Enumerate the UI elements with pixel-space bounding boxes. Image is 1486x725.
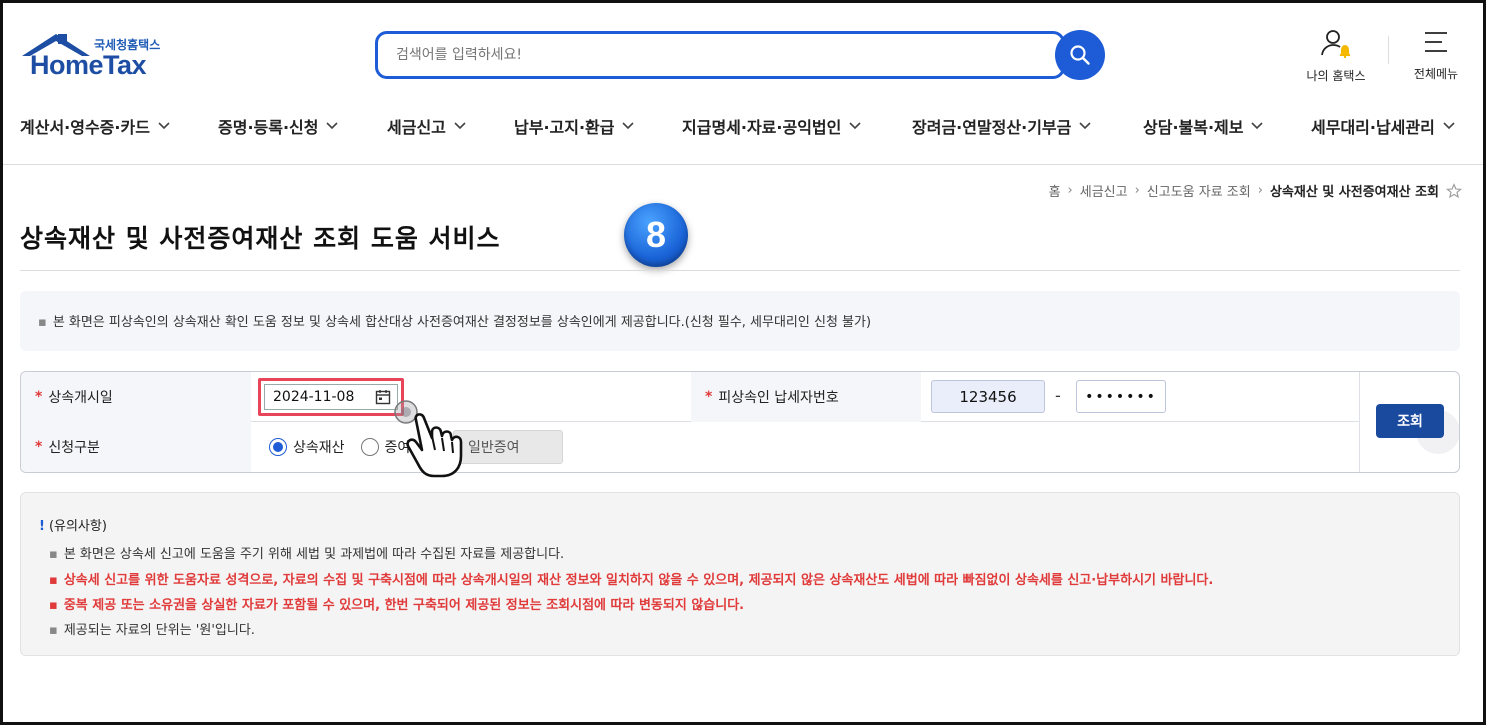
search-button[interactable] [1055, 30, 1105, 80]
step-number-badge: 8 [624, 203, 688, 267]
my-hometax-label: 나의 홈택스 [1306, 69, 1366, 83]
breadcrumb-filing-help[interactable]: 신고도움 자료 조회 [1147, 181, 1251, 200]
required-mark: * [705, 389, 713, 405]
breadcrumb-home[interactable]: 홈 [1049, 181, 1061, 200]
breadcrumb: 홈 › 세금신고 › 신고도움 자료 조회 › 상속재산 및 사전증여재산 조회 [1049, 181, 1462, 200]
request-type-label: * 신청구분 [21, 422, 251, 472]
radio-gift[interactable] [360, 438, 379, 456]
info-text: 본 화면은 피상속인의 상속재산 확인 도움 정보 및 상속세 합산대상 사전증… [52, 315, 872, 330]
notice-line-text: 상속세 신고를 위한 도움자료 성격으로, 자료의 수집 및 구축시점에 따라 … [63, 573, 1214, 588]
notice-line-warning: ▪ 중복 제공 또는 소유권을 상실한 자료가 포함될 수 있으며, 한번 구축되… [49, 594, 744, 613]
chevron-down-icon [1251, 122, 1264, 130]
start-date-value: 2024-11-08 [273, 389, 355, 405]
start-date-label: * 상속개시일 [21, 372, 251, 422]
notice-box: ! (유의사항) ▪ 본 화면은 상속세 신고에 도움을 주기 위해 세법 및 과제… [20, 492, 1460, 656]
gnb-label: 상담·불복·제보 [1143, 118, 1244, 137]
page-title: 상속재산 및 사전증여재산 조회 도움 서비스 [20, 224, 501, 253]
gnb-label: 세금신고 [387, 118, 446, 137]
ssn-back-input[interactable]: ••••••• [1076, 380, 1166, 413]
taxpayer-number-label: * 피상속인 납세자번호 [691, 372, 921, 422]
gift-type-select[interactable]: 일반증여 [453, 430, 563, 464]
breadcrumb-tax-filing[interactable]: 세금신고 [1080, 181, 1128, 200]
my-hometax-button[interactable]: 나의 홈택스 [1300, 28, 1372, 84]
inquiry-button[interactable]: 조회 [1376, 404, 1444, 438]
chevron-down-icon [158, 122, 170, 130]
gnb-item-receipts[interactable]: 계산서·영수증·카드 [20, 114, 170, 138]
hometax-logo[interactable]: 국세청홈택스 HomeTax [20, 32, 180, 84]
gnb-item-certificates[interactable]: 증명·등록·신청 [218, 114, 339, 138]
breadcrumb-current: 상속재산 및 사전증여재산 조회 [1269, 185, 1439, 200]
gnb-label: 세무대리·납세관리 [1311, 118, 1435, 137]
required-mark: * [35, 389, 43, 405]
star-icon[interactable] [1446, 182, 1462, 199]
radio-inherit-label[interactable]: 상속재산 [293, 437, 345, 457]
info-box: ▪ 본 화면은 피상속인의 상속재산 확인 도움 정보 및 상속세 합산대상 사전… [20, 291, 1460, 351]
header-divider [0, 164, 1486, 165]
info-text-row: ▪ 본 화면은 피상속인의 상속재산 확인 도움 정보 및 상속세 합산대상 사전… [38, 311, 871, 330]
search-icon [1070, 45, 1090, 65]
ssn-dash: - [1055, 386, 1061, 405]
chevron-down-icon [622, 122, 635, 130]
all-menu-button[interactable]: 전체메뉴 [1404, 28, 1468, 82]
gnb-item-tax-filing[interactable]: 세금신고 [387, 114, 466, 138]
gnb-label: 장려금·연말정산·기부금 [912, 118, 1072, 137]
bullet-icon: ▪ [49, 623, 58, 638]
search-box [375, 31, 1065, 79]
search-input[interactable] [396, 34, 1036, 76]
chevron-down-icon [849, 122, 861, 130]
required-mark: * [35, 439, 43, 455]
start-date-label-text: 상속개시일 [48, 390, 113, 406]
notice-title-row: ! (유의사항) [39, 515, 107, 534]
chevron-down-icon [326, 122, 339, 130]
chevron-right-icon: › [1257, 183, 1263, 198]
bullet-icon: ▪ [49, 598, 58, 613]
chevron-down-icon [454, 122, 466, 130]
logo-text: HomeTax [30, 50, 147, 80]
taxpayer-number-label-text: 피상속인 납세자번호 [718, 390, 839, 406]
chevron-right-icon: › [1134, 183, 1140, 198]
bullet-icon: ▪ [38, 315, 47, 330]
gnb-label: 납부·고지·환급 [514, 118, 615, 137]
request-type-label-text: 신청구분 [48, 440, 100, 456]
notice-title: (유의사항) [48, 519, 107, 534]
gnb-label: 계산서·영수증·카드 [20, 118, 150, 137]
notice-line-warning: ▪ 상속세 신고를 위한 도움자료 성격으로, 자료의 수집 및 구축시점에 따라… [49, 569, 1213, 588]
radio-inherit[interactable] [269, 438, 287, 456]
search-button-column: 조회 [1359, 372, 1459, 472]
exclamation-icon: ! [39, 519, 45, 534]
search-form: * 상속개시일 2024-11-08 * 피상속인 납세자번호 123456 -… [20, 371, 1460, 473]
ssn-front-input[interactable]: 123456 [931, 380, 1045, 413]
chevron-right-icon: › [1067, 183, 1073, 198]
gnb-item-consulting[interactable]: 상담·불복·제보 [1143, 114, 1264, 138]
util-divider [1388, 36, 1389, 64]
notice-line: ▪ 제공되는 자료의 단위는 '원'입니다. [49, 619, 255, 638]
gnb-label: 증명·등록·신청 [218, 118, 319, 137]
title-divider [20, 270, 1460, 271]
chevron-down-icon [1443, 122, 1455, 130]
all-menu-label: 전체메뉴 [1413, 67, 1459, 81]
notice-line: ▪ 본 화면은 상속세 신고에 도움을 주기 위해 세법 및 과제법에 따라 수집… [49, 543, 564, 562]
form-row-date: * 상속개시일 2024-11-08 * 피상속인 납세자번호 123456 -… [21, 372, 1359, 422]
start-date-input[interactable]: 2024-11-08 [264, 384, 398, 410]
hamburger-icon [1425, 32, 1447, 52]
gnb-item-tax-agent[interactable]: 세무대리·납세관리 [1311, 114, 1455, 138]
gnb-item-payment[interactable]: 납부·고지·환급 [514, 114, 635, 138]
hand-pointer-icon [394, 400, 463, 478]
notice-line-text: 제공되는 자료의 단위는 '원'입니다. [63, 623, 255, 638]
notice-line-text: 본 화면은 상속세 신고에 도움을 주기 위해 세법 및 과제법에 따라 수집된… [63, 547, 565, 562]
gnb-item-incentives[interactable]: 장려금·연말정산·기부금 [912, 114, 1091, 138]
user-bell-icon [1321, 30, 1350, 59]
bullet-icon: ▪ [49, 547, 58, 562]
form-row-type: * 신청구분 상속재산 증여 일반증여 [21, 422, 1359, 472]
notice-line-text: 중복 제공 또는 소유권을 상실한 자료가 포함될 수 있으며, 한번 구축되어… [63, 598, 745, 613]
date-field-highlight: 2024-11-08 [258, 378, 404, 416]
chevron-down-icon [1079, 122, 1091, 130]
bullet-icon: ▪ [49, 573, 58, 588]
gnb-label: 지급명세·자료·공익법인 [682, 118, 842, 137]
main-navigation: 계산서·영수증·카드 증명·등록·신청 세금신고 납부·고지·환급 지급명세·자… [0, 104, 1486, 146]
gnb-item-statements[interactable]: 지급명세·자료·공익법인 [682, 114, 861, 138]
